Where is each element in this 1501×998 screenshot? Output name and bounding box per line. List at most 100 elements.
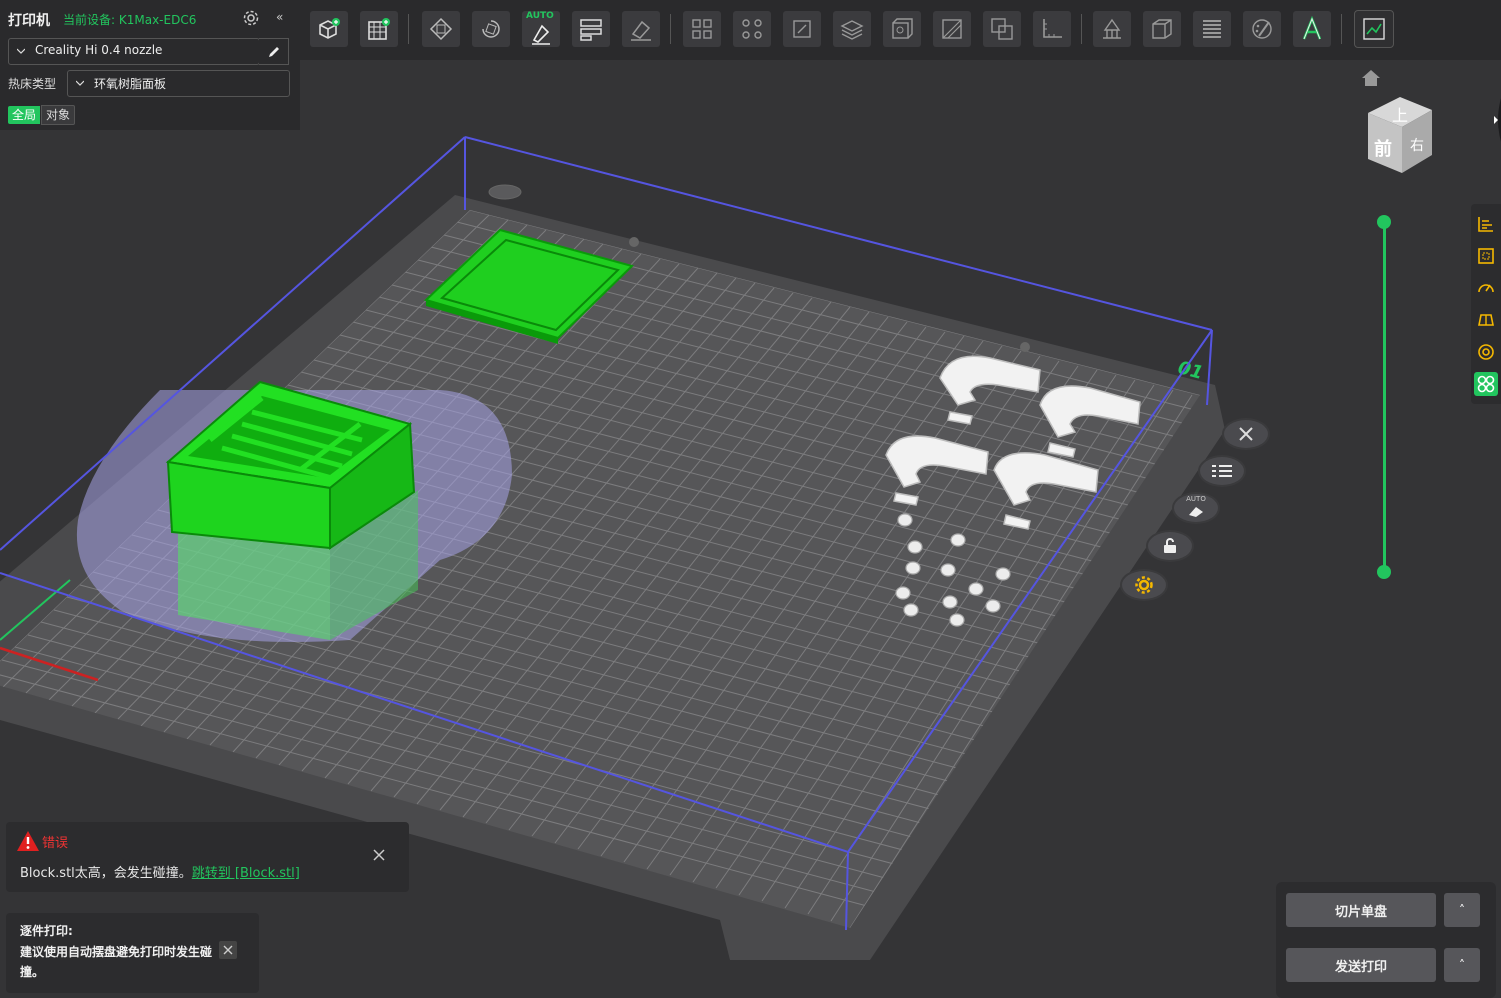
list-icon [1212, 465, 1232, 477]
auto-label: AUTO [1186, 495, 1206, 503]
layout-button[interactable] [572, 11, 610, 47]
cube-front-label: 前 [1374, 138, 1392, 160]
fit-icon [793, 20, 811, 38]
orient-icon [482, 20, 500, 38]
arrange-small-icon [1189, 507, 1203, 517]
current-device: 当前设备: K1Max-EDC6 [63, 13, 197, 27]
text-button[interactable] [1293, 11, 1331, 47]
home-icon[interactable] [1360, 68, 1382, 88]
tip-close-button[interactable] [219, 941, 237, 959]
plate-settings-button[interactable] [1120, 569, 1168, 601]
cube-top-label: 上 [1392, 106, 1408, 125]
layout-icon [580, 19, 602, 41]
side-toolbar [1471, 204, 1501, 404]
box-icon [1152, 19, 1172, 39]
error-notification: 错误 Block.stl太高，会发生碰撞。跳转到 [Block.stl] [6, 822, 409, 892]
layer-slider-track[interactable] [1383, 222, 1386, 572]
side-panel-toggle[interactable] [1488, 80, 1501, 160]
send-print-button[interactable]: 发送打印 [1286, 948, 1436, 982]
slice-options-button[interactable]: ˄ [1444, 893, 1480, 927]
ruler-icon [1043, 19, 1062, 38]
cut-button[interactable] [933, 11, 971, 47]
cut-icon [942, 19, 962, 39]
layer-slider-bottom-handle[interactable] [1377, 565, 1391, 579]
error-title: 错误 [42, 836, 69, 851]
add-object-button[interactable] [310, 11, 348, 47]
auto-support-button[interactable]: AUTO [522, 11, 560, 47]
gear-icon[interactable] [242, 9, 260, 27]
cube-plus-icon [319, 18, 340, 39]
mesh-repair-button[interactable] [1143, 11, 1181, 47]
side-tool-frame[interactable] [1474, 244, 1498, 268]
plate-grid-icon [368, 18, 390, 40]
printer-profile-value: Creality Hi 0.4 nozzle [35, 43, 163, 57]
boolean-button[interactable] [983, 11, 1021, 47]
assemble-button[interactable] [1354, 10, 1394, 48]
palette-icon [1252, 19, 1272, 39]
support-tree-icon [1478, 314, 1494, 326]
scale-button[interactable] [733, 11, 771, 47]
arrange-icon [429, 17, 453, 41]
frame-icon [1478, 248, 1494, 264]
lock-icon [1164, 538, 1176, 553]
text-a-icon [1302, 16, 1322, 40]
color-paint-button[interactable] [1243, 11, 1281, 47]
support-paint-icon [532, 24, 550, 45]
side-tool-support[interactable] [1474, 308, 1498, 332]
side-tool-align[interactable] [1474, 212, 1498, 236]
hollow-button[interactable] [833, 11, 871, 47]
assemble-icon [1363, 18, 1385, 40]
boolean-icon [991, 18, 1013, 40]
error-message-line: Block.stl太高，会发生碰撞。跳转到 [Block.stl] [20, 862, 300, 881]
arrange-button[interactable] [422, 11, 460, 47]
tip-title: 逐件打印: [20, 924, 73, 938]
fit-to-bed-button[interactable] [783, 11, 821, 47]
layers-box-icon [840, 20, 864, 40]
layer-slider-top-handle[interactable] [1377, 215, 1391, 229]
support-blocker-button[interactable] [1093, 11, 1131, 47]
auto-arrange-plate-button[interactable]: AUTO [1172, 492, 1220, 524]
measure-button[interactable] [1033, 11, 1071, 47]
scale-grid-icon [742, 19, 762, 39]
auto-orient-button[interactable] [472, 11, 510, 47]
shell-icon [892, 18, 913, 39]
jump-to-object-link[interactable]: 跳转到 [Block.stl] [192, 866, 300, 881]
delete-plate-button[interactable] [1222, 418, 1270, 450]
collapse-panel-button[interactable]: « [276, 10, 283, 24]
view-cube[interactable]: 上 前 右 [1360, 95, 1440, 180]
clover-icon [1477, 375, 1495, 393]
sequential-print-tip: 逐件打印: 建议使用自动摆盘避免打印时发生碰撞。 [6, 913, 259, 993]
error-message: Block.stl太高，会发生碰撞。 [20, 866, 192, 881]
chevron-down-icon [17, 48, 25, 54]
plate-list-button[interactable] [1198, 455, 1246, 487]
lock-plate-button[interactable] [1146, 530, 1194, 562]
paint-support-button[interactable] [622, 11, 660, 47]
tip-text: 建议使用自动摆盘避免打印时发生碰撞。 [20, 945, 213, 979]
grid-select-icon [692, 19, 712, 39]
lines-icon [1203, 20, 1221, 38]
side-tool-speed[interactable] [1474, 276, 1498, 300]
eraser-icon [631, 20, 651, 41]
spool-icon [1478, 344, 1494, 360]
pencil-icon [268, 46, 279, 57]
move-button[interactable] [683, 11, 721, 47]
layers-button[interactable] [1193, 11, 1231, 47]
cube-right-label: 右 [1410, 138, 1424, 154]
shell-button[interactable] [883, 11, 921, 47]
slice-plate-button[interactable]: 切片单盘 [1286, 893, 1436, 927]
add-plate-button[interactable] [360, 11, 398, 47]
support-icon [1103, 18, 1121, 39]
close-icon [1239, 427, 1253, 441]
warning-triangle-icon [17, 831, 39, 851]
auto-badge: AUTO [526, 11, 554, 21]
side-tool-objects[interactable] [1474, 372, 1498, 396]
align-icon [1478, 217, 1493, 232]
close-icon[interactable] [372, 848, 386, 862]
close-icon [223, 945, 233, 955]
side-tool-filament[interactable] [1474, 340, 1498, 364]
send-options-button[interactable]: ˄ [1444, 948, 1480, 982]
speedometer-icon [1478, 284, 1494, 293]
gear-icon [1135, 576, 1153, 594]
printer-title: 打印机 [8, 13, 50, 29]
slice-actions: 切片单盘 ˄ 发送打印 ˄ [1276, 882, 1496, 998]
